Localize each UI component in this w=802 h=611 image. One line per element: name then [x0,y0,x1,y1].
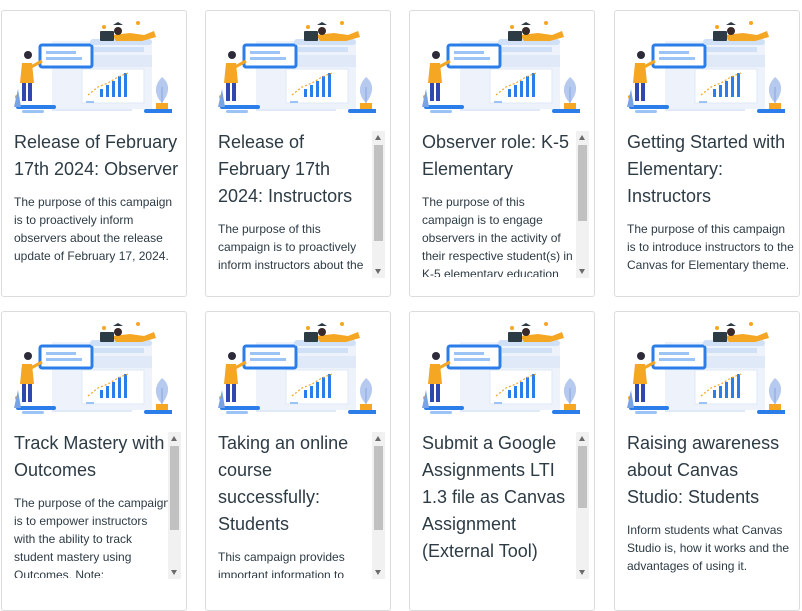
card-title[interactable]: Submit a Google Assignments LTI 1.3 file… [422,430,580,565]
campaign-illustration-icon [625,320,785,414]
campaign-card[interactable]: Taking an online course successfully: St… [205,311,391,611]
campaign-illustration-icon [420,320,580,414]
card-scrollbar[interactable] [576,432,589,579]
card-body: Getting Started with Elementary: Instruc… [627,129,795,274]
card-description: The purpose of this campaign is to proac… [218,222,364,272]
card-title[interactable]: Release of February 17th 2024: Observer [14,129,182,183]
card-title[interactable]: Observer role: K-5 Elementary [422,129,580,183]
card-scrollbar[interactable] [372,432,385,579]
scroll-thumb[interactable] [374,145,383,241]
scroll-up-arrow-icon[interactable] [579,135,585,140]
campaign-illustration-icon [216,19,376,113]
card-title[interactable]: Getting Started with Elementary: Instruc… [627,129,795,210]
scroll-thumb[interactable] [578,446,587,508]
card-body: Release of February 17th 2024: Observer … [14,129,182,265]
scroll-down-arrow-icon[interactable] [375,570,381,575]
scroll-thumb[interactable] [374,446,383,530]
scroll-down-arrow-icon[interactable] [375,269,381,274]
scroll-thumb[interactable] [578,145,587,221]
campaign-card[interactable]: Observer role: K-5 Elementary The purpos… [409,10,595,297]
card-description: Inform students what Canvas Studio is, h… [627,523,790,573]
scroll-up-arrow-icon[interactable] [171,436,177,441]
scroll-down-arrow-icon[interactable] [579,570,585,575]
card-description: The purpose of the campaign is to empowe… [14,496,171,578]
scroll-up-arrow-icon[interactable] [579,436,585,441]
card-title[interactable]: Track Mastery with Outcomes [14,430,172,484]
campaign-illustration-icon [12,19,172,113]
scroll-down-arrow-icon[interactable] [171,570,177,575]
card-body: Raising awareness about Canvas Studio: S… [627,430,795,575]
scroll-thumb[interactable] [170,446,179,530]
campaign-card[interactable]: Release of February 17th 2024: Observer … [1,10,187,297]
campaign-illustration-icon [625,19,785,113]
card-body: Observer role: K-5 Elementary The purpos… [422,129,580,277]
card-scrollbar[interactable] [168,432,181,579]
campaign-card[interactable]: Raising awareness about Canvas Studio: S… [614,311,800,611]
card-description: The purpose of this campaign is to intro… [627,222,794,272]
card-scrollbar[interactable] [372,131,385,278]
campaign-card[interactable]: Release of February 17th 2024: Instructo… [205,10,391,297]
card-description: The purpose of this campaign is to engag… [422,195,573,277]
scroll-up-arrow-icon[interactable] [375,135,381,140]
campaign-card[interactable]: Submit a Google Assignments LTI 1.3 file… [409,311,595,611]
card-title[interactable]: Release of February 17th 2024: Instructo… [218,129,376,210]
card-description: The purpose of this campaign is to proac… [14,195,173,263]
scroll-up-arrow-icon[interactable] [375,436,381,441]
card-body: Track Mastery with Outcomes The purpose … [14,430,172,578]
scroll-down-arrow-icon[interactable] [579,269,585,274]
campaign-card[interactable]: Getting Started with Elementary: Instruc… [614,10,800,297]
card-scrollbar[interactable] [576,131,589,278]
campaign-illustration-icon [12,320,172,414]
card-description: This campaign provides important informa… [218,550,345,578]
card-body: Submit a Google Assignments LTI 1.3 file… [422,430,580,578]
campaign-illustration-icon [420,19,580,113]
card-title[interactable]: Raising awareness about Canvas Studio: S… [627,430,795,511]
card-body: Taking an online course successfully: St… [218,430,376,578]
campaign-card[interactable]: Track Mastery with Outcomes The purpose … [1,311,187,611]
campaign-illustration-icon [216,320,376,414]
card-body: Release of February 17th 2024: Instructo… [218,129,376,277]
card-title[interactable]: Taking an online course successfully: St… [218,430,376,538]
